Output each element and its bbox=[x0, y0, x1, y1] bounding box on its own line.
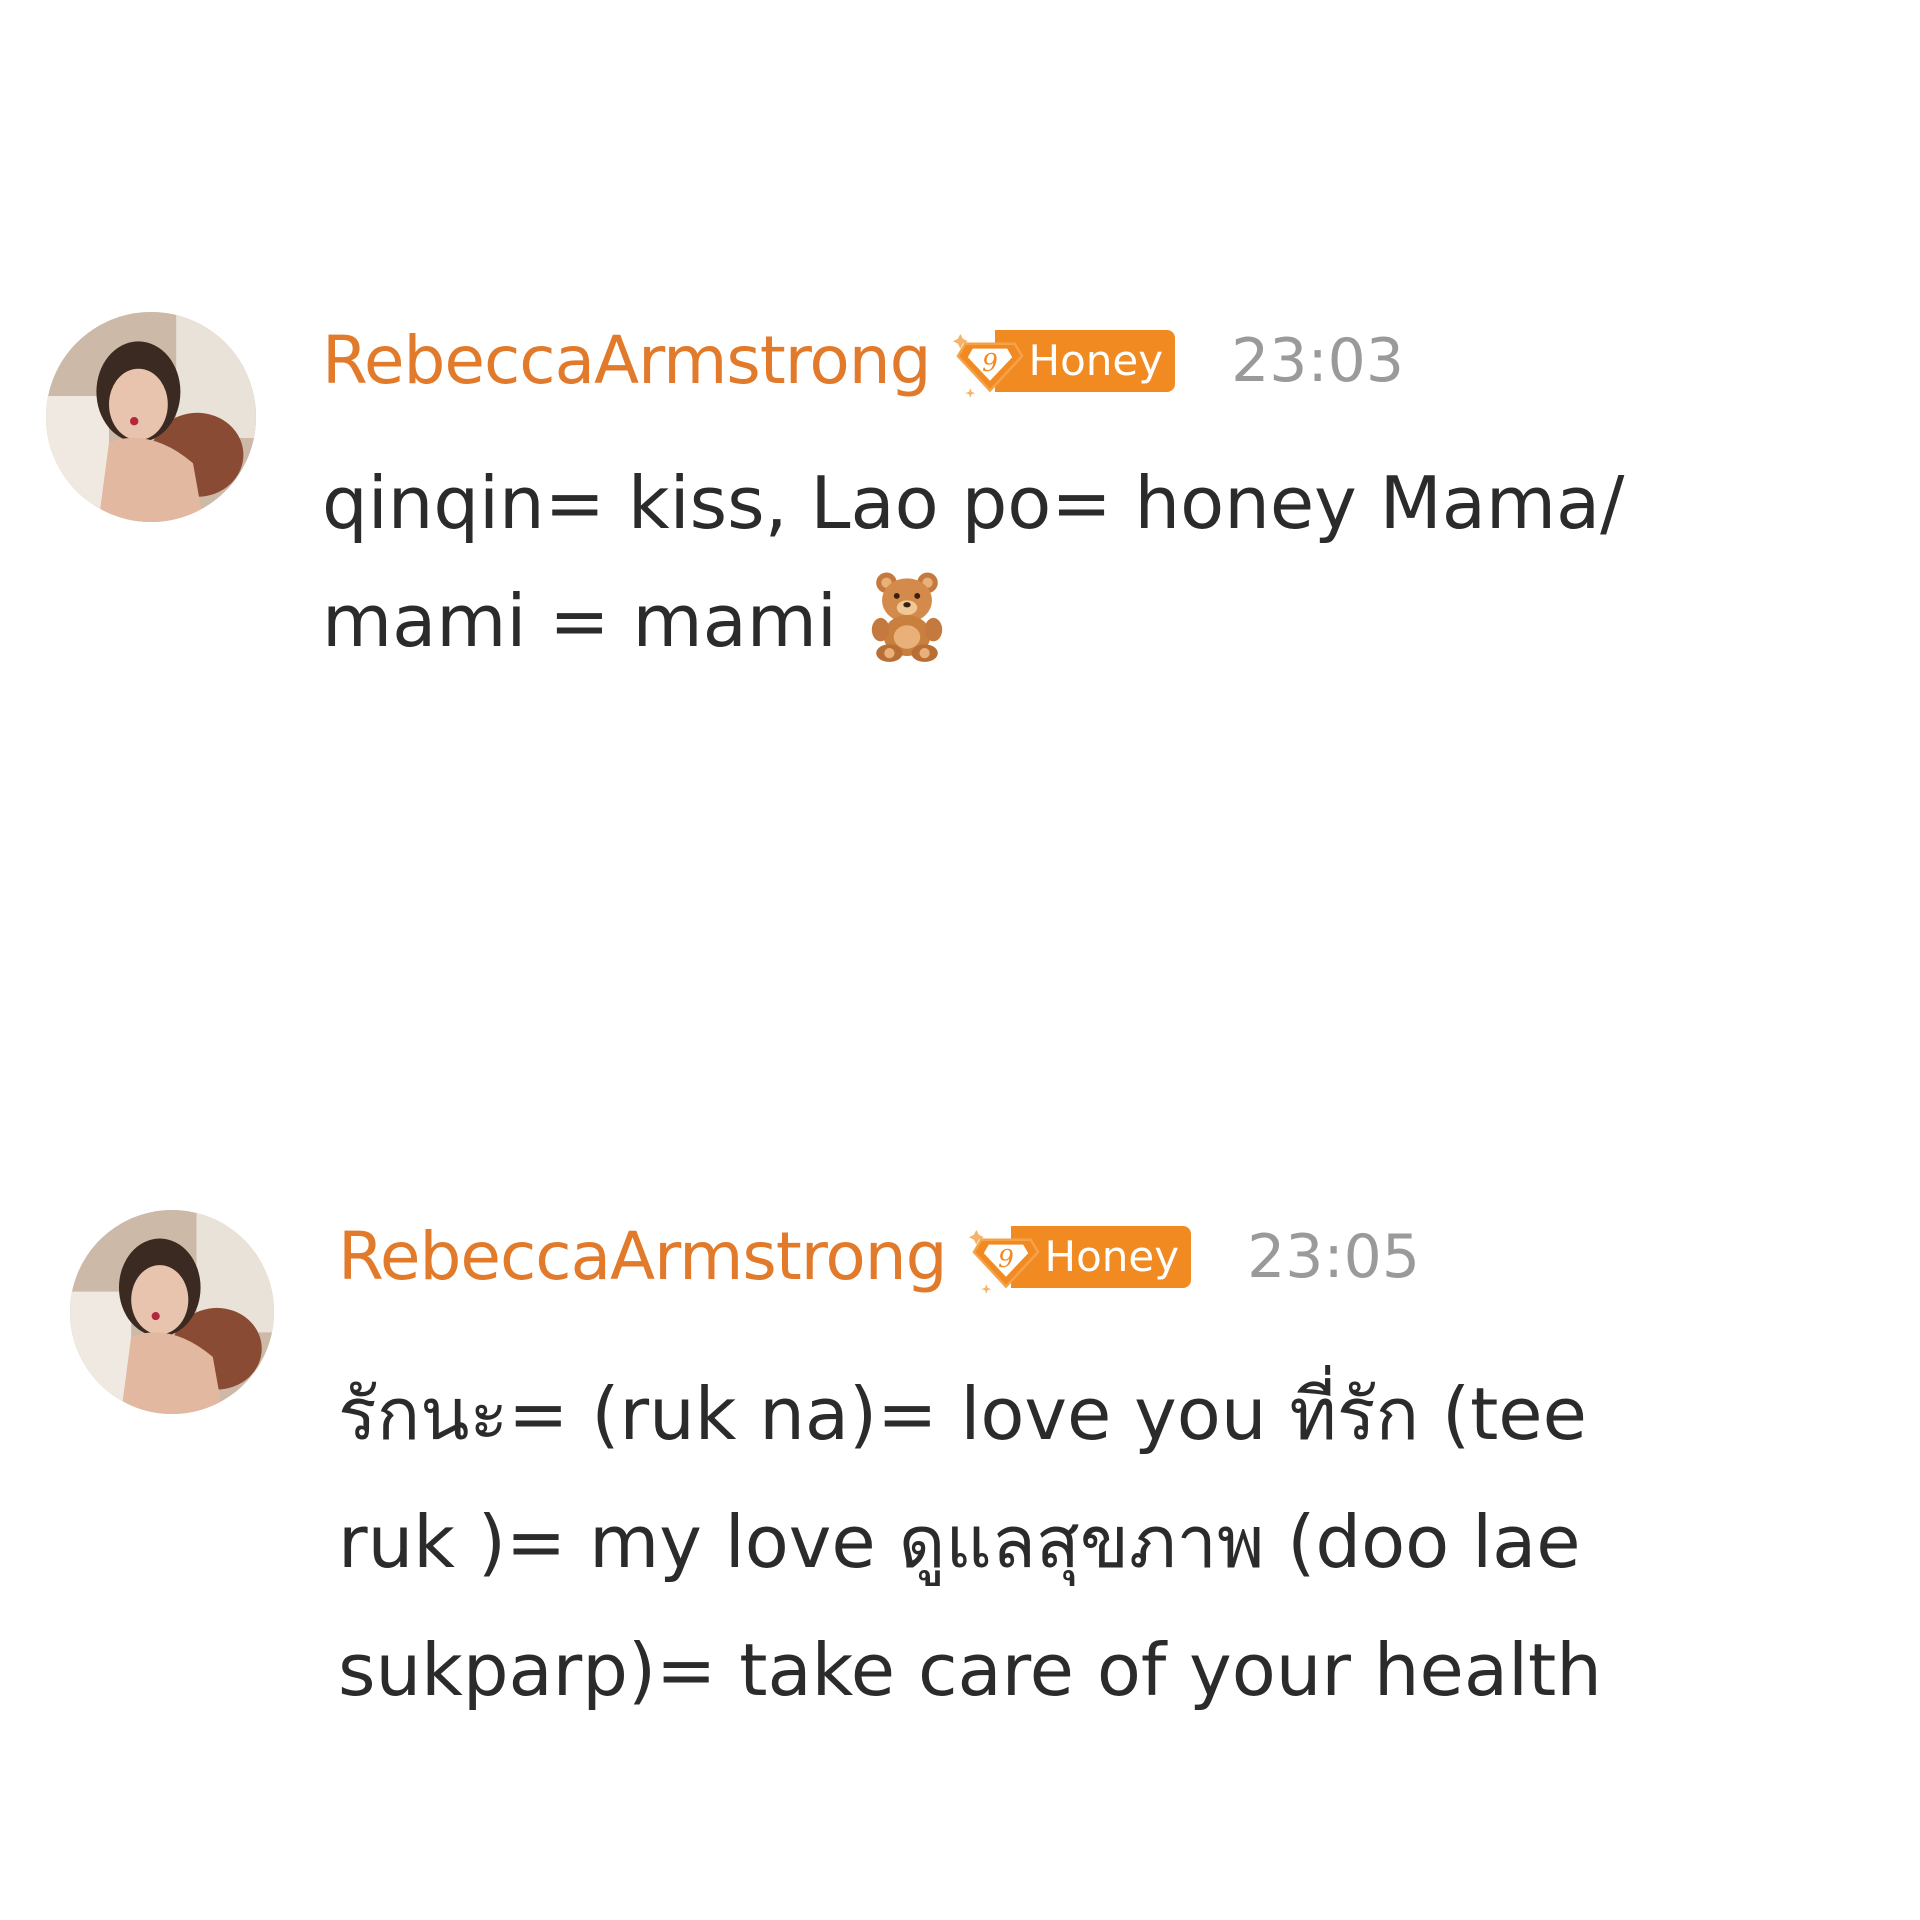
timestamp: 23:05 bbox=[1247, 1221, 1421, 1292]
diamond-level-icon: 9 bbox=[968, 1229, 1040, 1294]
avatar-photo bbox=[70, 1210, 274, 1414]
honey-badge[interactable]: 9 Honey bbox=[968, 1220, 1192, 1294]
timestamp: 23:03 bbox=[1231, 325, 1405, 396]
avatar[interactable] bbox=[46, 312, 256, 522]
message-line: qinqin= kiss, Lao po= honey Mama/ bbox=[322, 461, 1625, 545]
avatar-photo bbox=[46, 312, 256, 522]
diamond-level-icon: 9 bbox=[952, 333, 1024, 398]
svg-text:9: 9 bbox=[982, 347, 998, 376]
avatar[interactable] bbox=[70, 1210, 274, 1414]
teddy-bear-emoji-icon bbox=[871, 572, 943, 662]
message-text: รักนะ= (ruk na)= love you ที่รัก (tee ru… bbox=[338, 1350, 1788, 1734]
message-line-text: mami = mami bbox=[322, 579, 837, 663]
honey-badge[interactable]: 9 Honey bbox=[952, 324, 1176, 398]
svg-text:9: 9 bbox=[998, 1243, 1014, 1272]
username[interactable]: RebeccaArmstrong bbox=[338, 1218, 947, 1295]
username[interactable]: RebeccaArmstrong bbox=[322, 322, 931, 399]
message-line: sukparp)= take care of your health bbox=[338, 1628, 1602, 1712]
message-text: qinqin= kiss, Lao po= honey Mama/ mami =… bbox=[322, 444, 1772, 680]
message-line: รักนะ= (ruk na)= love you ที่รัก (tee bbox=[338, 1372, 1587, 1456]
message-line: mami = mami bbox=[322, 562, 1772, 680]
message-line: ruk )= my love ดูแลสุขภาพ (doo lae bbox=[338, 1500, 1581, 1584]
